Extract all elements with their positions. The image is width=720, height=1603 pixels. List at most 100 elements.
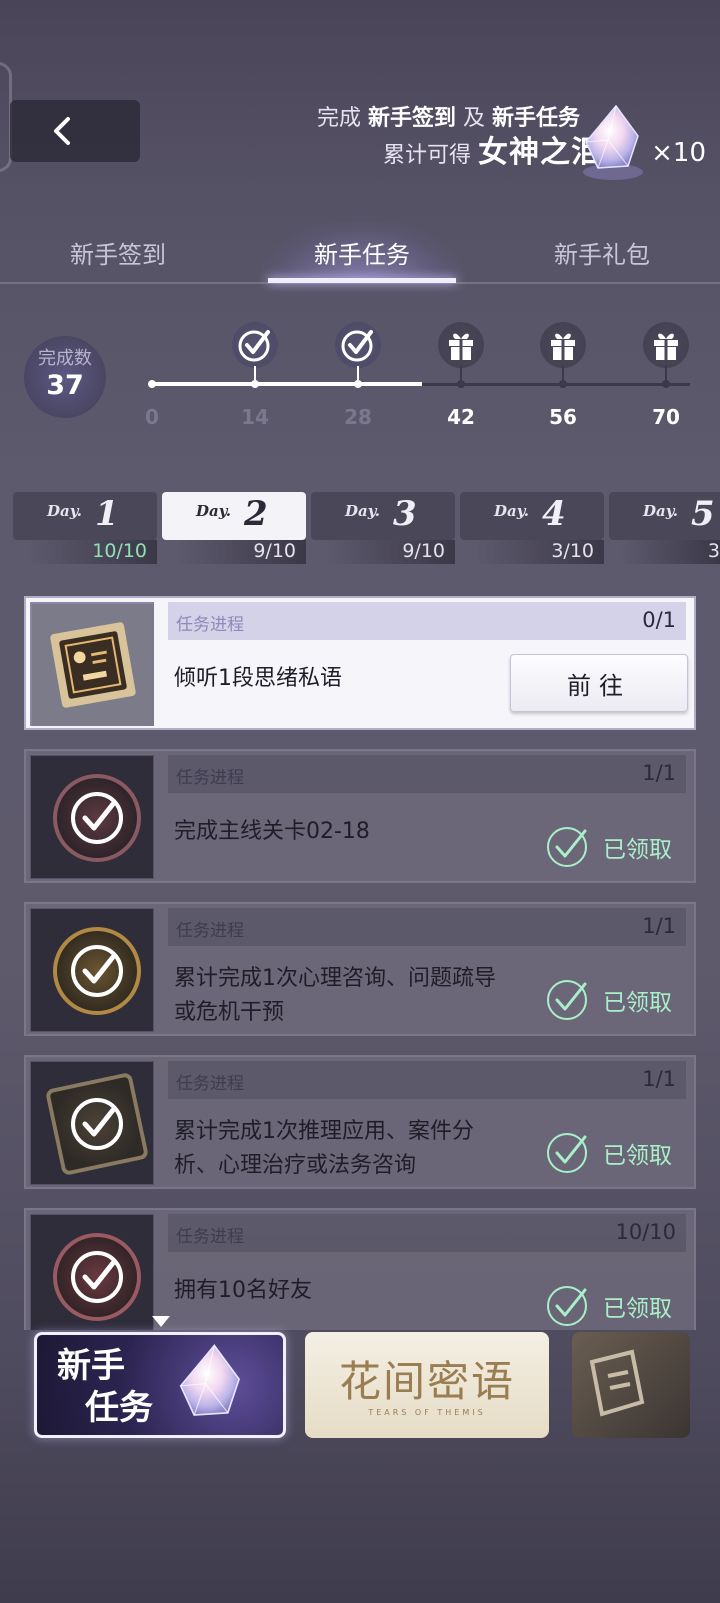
task-progress-value: 0/1	[642, 608, 676, 632]
task-description: 拥有10名好友	[174, 1278, 312, 1303]
claimed-status: 已领取	[545, 1284, 672, 1328]
task-thumbnail	[30, 908, 154, 1032]
back-button[interactable]	[10, 100, 140, 162]
milestone-42-gift[interactable]	[438, 322, 484, 368]
task-progress-label: 任务进程	[176, 1074, 244, 1094]
day-tab-5[interactable]: Day. 5	[609, 492, 720, 540]
completion-count-badge: 完成数 37	[24, 336, 106, 418]
promo-text: 完成	[316, 106, 361, 131]
task-description: 累计完成1次心理咨询、问题疏导或危机干预	[174, 966, 496, 1025]
milestone-28-claimed[interactable]	[335, 322, 381, 368]
memory-chip-icon	[32, 604, 154, 726]
milestone-dot	[457, 380, 465, 388]
selected-pointer-icon	[152, 1316, 170, 1327]
milestone-stem	[254, 366, 256, 380]
day-progress: 9/10	[162, 540, 306, 564]
task-description: 完成主线关卡02-18	[174, 819, 370, 844]
day-label: Day.	[345, 502, 380, 520]
goddess-tear-gem-icon	[583, 104, 643, 180]
task-progress-bar: 任务进程 1/1	[168, 1061, 686, 1099]
day-label: Day.	[196, 502, 231, 520]
milestone-label: 56	[549, 405, 577, 429]
claimed-label: 已领取	[603, 837, 672, 863]
day-tab-3[interactable]: Day. 3	[311, 492, 455, 540]
milestone-14-claimed[interactable]	[232, 322, 278, 368]
badge-emblem-icon	[589, 1349, 645, 1417]
milestone-56-gift[interactable]	[540, 322, 586, 368]
claimed-label: 已领取	[603, 1296, 672, 1322]
day-progress: 10/10	[13, 540, 157, 564]
task-list[interactable]: 任务进程 0/1 倾听1段思绪私语 前往 任务进程 1/1 完成主线关卡02-1…	[24, 596, 696, 1330]
go-button[interactable]: 前往	[510, 654, 688, 712]
check-circle-icon	[547, 1286, 587, 1326]
milestone-dot	[559, 380, 567, 388]
claimed-status: 已领取	[545, 1131, 672, 1175]
tab-bar: 新手签到 新手任务 新手礼包	[0, 222, 720, 284]
nav-card-partial[interactable]	[572, 1332, 690, 1438]
progress-track-fill	[150, 382, 422, 386]
gift-icon	[551, 333, 575, 360]
task-thumbnail	[30, 1061, 154, 1185]
nav-card-title: 新手 任务	[57, 1345, 153, 1429]
reward-medal	[53, 774, 141, 862]
milestone-stem	[562, 366, 564, 380]
day-progress: 3/10	[460, 540, 604, 564]
milestone-label: 42	[447, 405, 475, 429]
tab-tasks[interactable]: 新手任务	[262, 222, 462, 282]
task-card: 任务进程 10/10 拥有10名好友 已领取	[24, 1208, 696, 1330]
task-description: 倾听1段思绪私语	[174, 666, 342, 691]
milestone-label: 70	[652, 405, 680, 429]
check-circle-icon	[71, 945, 123, 997]
milestone-label: 14	[241, 405, 269, 429]
nav-card-newbie-tasks[interactable]: 新手 任务	[34, 1332, 286, 1438]
milestone-dot	[251, 380, 259, 388]
nav-card-title: 花间密语	[338, 1357, 515, 1406]
task-progress-label: 任务进程	[176, 768, 244, 788]
day-label: Day.	[494, 502, 529, 520]
task-progress-value: 1/1	[642, 761, 676, 785]
milestone-stem	[357, 366, 359, 380]
check-circle-icon	[238, 330, 270, 362]
task-card: 任务进程 1/1 累计完成1次推理应用、案件分析、心理治疗或法务咨询 已领取	[24, 1055, 696, 1189]
task-progress-label: 任务进程	[176, 1227, 244, 1247]
task-progress-value: 1/1	[642, 914, 676, 938]
reward-quantity: ×10	[651, 138, 706, 168]
promo-signin: 新手签到	[367, 106, 456, 131]
tab-underline	[268, 278, 456, 283]
nav-card-title-line: 任务	[85, 1388, 153, 1428]
task-progress-bar: 任务进程 10/10	[168, 1214, 686, 1252]
task-card: 任务进程 1/1 累计完成1次心理咨询、问题疏导或危机干预 已领取	[24, 902, 696, 1036]
task-progress-bar: 任务进程 0/1	[168, 602, 686, 640]
claimed-status: 已领取	[545, 978, 672, 1022]
completion-count-value: 37	[46, 370, 84, 401]
reward-medal	[53, 1233, 141, 1321]
nav-card-title-line: 新手	[57, 1346, 125, 1386]
gift-icon	[654, 333, 678, 360]
gift-icon	[449, 333, 473, 360]
task-card: 任务进程 0/1 倾听1段思绪私语 前往	[24, 596, 696, 730]
day-tab-2[interactable]: Day. 2	[162, 492, 306, 540]
task-progress-value: 10/10	[615, 1220, 676, 1244]
day-number: 4	[542, 494, 566, 534]
day-label: Day.	[47, 502, 82, 520]
task-progress-bar: 任务进程 1/1	[168, 755, 686, 793]
day-number: 1	[95, 494, 119, 534]
milestone-stem	[665, 366, 667, 380]
promo-tasks: 新手任务	[491, 106, 580, 131]
day-tab-4[interactable]: Day. 4	[460, 492, 604, 540]
milestone-dot	[662, 380, 670, 388]
milestone-dot	[354, 380, 362, 388]
day-number: 3	[393, 494, 417, 534]
tab-signin[interactable]: 新手签到	[18, 222, 218, 282]
day-progress: 9/10	[311, 540, 455, 564]
day-tab-1[interactable]: Day. 1	[13, 492, 157, 540]
task-progress-value: 1/1	[642, 1067, 676, 1091]
check-circle-icon	[71, 1098, 123, 1150]
promo-text: 及	[462, 106, 485, 131]
tab-gift-pack[interactable]: 新手礼包	[502, 222, 702, 282]
milestone-70-gift[interactable]	[643, 322, 689, 368]
check-circle-icon	[71, 792, 123, 844]
task-progress-label: 任务进程	[176, 921, 244, 941]
day-label: Day.	[643, 502, 678, 520]
nav-card-flower-whisper[interactable]: 花间密语 TEARS OF THEMIS	[305, 1332, 549, 1438]
